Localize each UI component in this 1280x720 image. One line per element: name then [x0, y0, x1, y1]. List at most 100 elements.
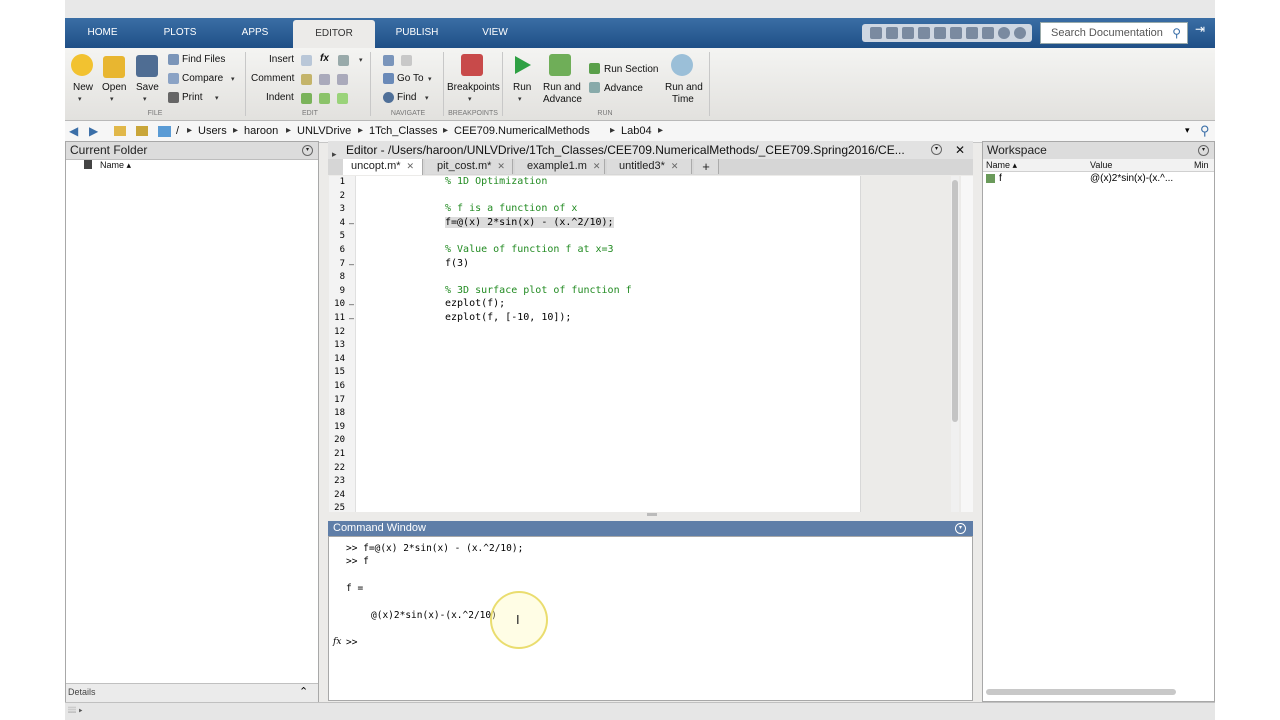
- tab-close-icon[interactable]: ✕: [407, 161, 415, 171]
- back-nav-icon[interactable]: [383, 55, 394, 66]
- help-icon[interactable]: [998, 27, 1010, 39]
- splitter-handle[interactable]: [647, 513, 657, 516]
- new-button[interactable]: New: [73, 82, 93, 93]
- wrap-comments-icon[interactable]: [337, 74, 348, 85]
- tab-uncopt[interactable]: uncopt.m* ✕: [343, 159, 423, 175]
- tab-plots[interactable]: PLOTS: [150, 18, 210, 48]
- fx-button[interactable]: fx: [320, 53, 329, 64]
- pin-icon[interactable]: ⇥: [1195, 22, 1205, 36]
- find-files-button[interactable]: Find Files: [182, 54, 225, 65]
- panel-actions-icon[interactable]: ▾: [1198, 145, 1209, 156]
- new-tab-plus-icon[interactable]: +: [694, 159, 719, 174]
- breadcrumb-unlvdrive[interactable]: UNLVDrive: [297, 125, 351, 137]
- layout-icon[interactable]: [870, 27, 882, 39]
- cut-icon[interactable]: [902, 27, 914, 39]
- workspace-variable-row[interactable]: f @(x)2*sin(x)-(x.^...: [983, 172, 1214, 186]
- code-line[interactable]: ezplot(f, [-10, 10]);: [445, 312, 571, 323]
- redo-icon[interactable]: [966, 27, 978, 39]
- workspace-horizontal-scrollbar[interactable]: [986, 689, 1176, 695]
- tab-home[interactable]: HOME: [75, 18, 130, 48]
- run-and-advance-line2[interactable]: Advance: [543, 94, 582, 105]
- run-section-button[interactable]: Run Section: [604, 64, 658, 75]
- command-window[interactable]: >> f=@(x) 2*sin(x) - (x.^2/10); >> f f =…: [328, 536, 973, 701]
- code-line[interactable]: f(3): [445, 258, 469, 269]
- new-icon[interactable]: [71, 54, 93, 76]
- tab-pit-cost[interactable]: pit_cost.m* ✕: [425, 159, 513, 174]
- increase-indent-icon[interactable]: [319, 93, 330, 104]
- tab-view[interactable]: VIEW: [470, 18, 520, 48]
- code-line[interactable]: f=@(x) 2*sin(x) - (x.^2/10);: [445, 216, 614, 228]
- go-to-button[interactable]: Go To: [397, 73, 424, 84]
- switch-windows-icon[interactable]: [982, 27, 994, 39]
- breadcrumb-users[interactable]: Users: [198, 125, 227, 137]
- run-and-advance-icon[interactable]: [549, 54, 571, 76]
- insert-button[interactable]: Insert: [269, 54, 294, 65]
- details-bar[interactable]: Details ⌃: [66, 683, 318, 702]
- run-play-icon[interactable]: [511, 54, 533, 76]
- editor-scroll-thumb[interactable]: [952, 180, 958, 422]
- editor-close-icon[interactable]: ✕: [955, 141, 965, 159]
- advance-button[interactable]: Advance: [604, 83, 643, 94]
- editor-scrollbar[interactable]: [951, 176, 959, 512]
- breadcrumb-haroon[interactable]: haroon: [244, 125, 278, 137]
- breadcrumb-1tch-classes[interactable]: 1Tch_Classes: [369, 125, 437, 137]
- run-and-time-icon[interactable]: [671, 54, 693, 76]
- save-button[interactable]: Save: [136, 82, 159, 93]
- breakpoints-icon[interactable]: [461, 54, 483, 76]
- browse-folder-icon[interactable]: [136, 126, 148, 136]
- run-and-advance-line1[interactable]: Run and: [543, 82, 581, 93]
- breadcrumb-cee709[interactable]: CEE709.NumericalMethods: [454, 125, 590, 137]
- code-line[interactable]: % f is a function of x: [445, 203, 577, 214]
- chevron-up-icon[interactable]: ⌃: [299, 685, 308, 698]
- up-folder-icon[interactable]: [114, 126, 126, 136]
- question-icon[interactable]: [1014, 27, 1026, 39]
- comment-button[interactable]: Comment: [251, 73, 294, 84]
- open-button[interactable]: Open: [102, 82, 126, 93]
- code-line[interactable]: % 1D Optimization: [445, 176, 547, 187]
- run-and-time-line2[interactable]: Time: [672, 94, 694, 105]
- undo-icon[interactable]: [950, 27, 962, 39]
- breakpoint-dash[interactable]: –: [349, 259, 354, 269]
- workspace-value-column[interactable]: Value: [1090, 160, 1112, 170]
- back-arrow-icon[interactable]: ◀: [69, 124, 78, 138]
- code-line[interactable]: % Value of function f at x=3: [445, 244, 614, 255]
- address-dropdown-icon[interactable]: ▾: [1185, 125, 1190, 136]
- matrix-icon[interactable]: [338, 55, 349, 66]
- copy-icon[interactable]: [918, 27, 930, 39]
- forward-arrow-icon[interactable]: ▶: [89, 124, 98, 138]
- paste-icon[interactable]: [934, 27, 946, 39]
- tab-untitled3[interactable]: untitled3* ✕: [607, 159, 692, 174]
- indent-button[interactable]: Indent: [266, 92, 294, 103]
- name-column-header[interactable]: Name ▴: [100, 160, 131, 171]
- smart-indent-icon[interactable]: [301, 93, 312, 104]
- command-window-actions-icon[interactable]: ▾: [955, 523, 966, 534]
- print-button[interactable]: Print: [182, 92, 203, 103]
- insert-icon[interactable]: [301, 55, 312, 66]
- save-icon[interactable]: [886, 27, 898, 39]
- tab-close-icon[interactable]: ✕: [497, 161, 505, 171]
- address-search-icon[interactable]: ⚲: [1200, 123, 1210, 139]
- run-button[interactable]: Run: [513, 82, 531, 93]
- open-folder-icon[interactable]: [103, 56, 125, 78]
- breakpoint-dash[interactable]: –: [349, 313, 354, 323]
- breadcrumb-lab04[interactable]: Lab04: [621, 125, 652, 137]
- breakpoint-dash[interactable]: –: [349, 218, 354, 228]
- tab-example1[interactable]: example1.m ✕: [515, 159, 605, 174]
- tab-publish[interactable]: PUBLISH: [387, 18, 447, 48]
- find-button[interactable]: Find: [397, 92, 416, 103]
- editor-actions-icon[interactable]: ▾: [931, 144, 942, 155]
- uncomment-icon[interactable]: [319, 74, 330, 85]
- workspace-name-column[interactable]: Name ▴: [986, 160, 1017, 171]
- tab-close-icon[interactable]: ✕: [671, 161, 679, 171]
- tab-apps[interactable]: APPS: [230, 18, 280, 48]
- breakpoints-button[interactable]: Breakpoints: [447, 82, 500, 93]
- search-icon[interactable]: ⚲: [1172, 23, 1181, 43]
- breadcrumb-root[interactable]: /: [176, 125, 179, 137]
- run-and-time-line1[interactable]: Run and: [665, 82, 703, 93]
- workspace-min-column[interactable]: Min: [1194, 160, 1209, 170]
- code-line[interactable]: % 3D surface plot of function f: [445, 285, 632, 296]
- tab-close-icon[interactable]: ✕: [593, 161, 601, 171]
- decrease-indent-icon[interactable]: [337, 93, 348, 104]
- tab-editor[interactable]: EDITOR: [293, 20, 375, 48]
- comment-percent-icon[interactable]: [301, 74, 312, 85]
